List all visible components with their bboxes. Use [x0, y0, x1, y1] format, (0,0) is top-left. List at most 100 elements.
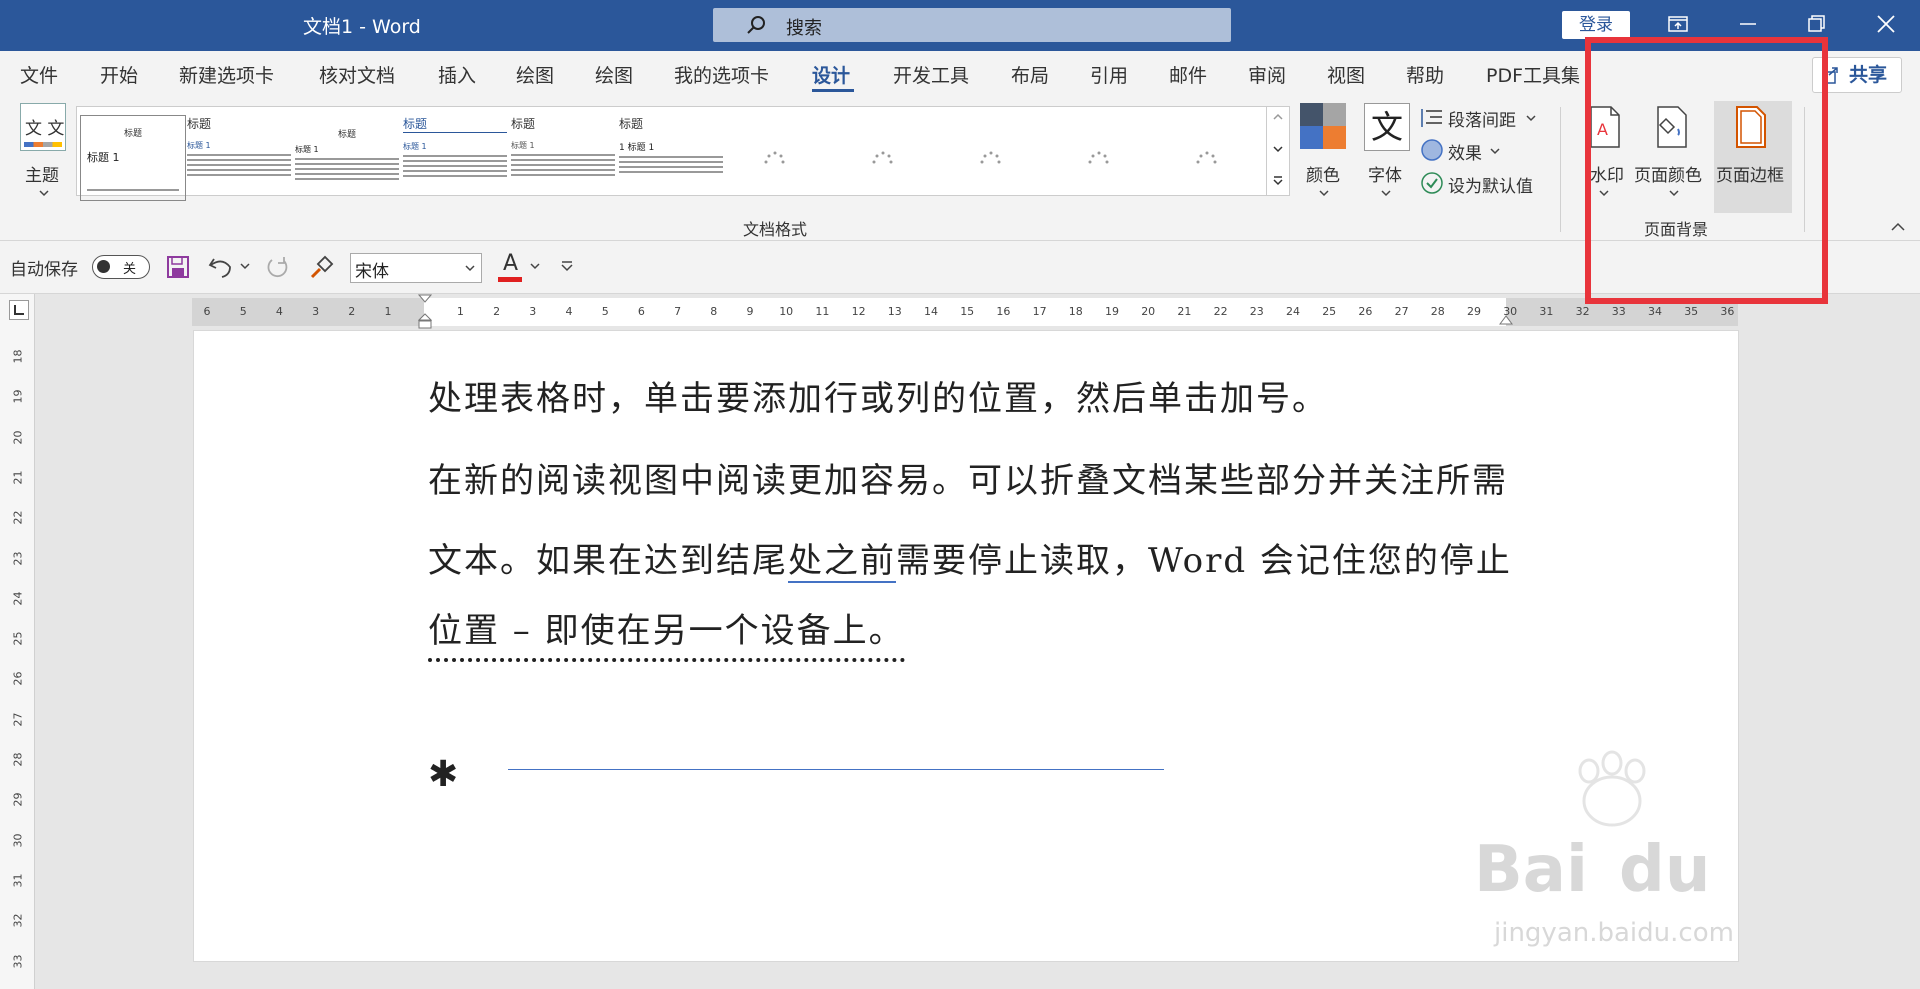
loading-icon [1196, 151, 1217, 164]
chevron-down-icon [1526, 115, 1536, 122]
gallery-more-icon[interactable] [1272, 175, 1284, 187]
chevron-down-icon [465, 265, 475, 272]
tab-layout[interactable]: 布局 [1011, 61, 1049, 88]
ruler-tick-label: 28 [1430, 305, 1445, 318]
ruler-tick-label: 29 [1467, 305, 1481, 318]
fonts-label: 字体 [1368, 166, 1402, 186]
ruler-tick-label: 24 [11, 591, 25, 606]
paragraph-spacing-button[interactable]: 段落间距 [1420, 105, 1550, 131]
gallery-scroll [1266, 106, 1290, 196]
effects-button[interactable]: 效果 [1420, 138, 1530, 164]
tab-mailings[interactable]: 邮件 [1169, 61, 1207, 88]
undo-dropdown-icon[interactable] [240, 263, 250, 271]
tab-my-tab[interactable]: 我的选项卡 [674, 61, 769, 88]
tab-view[interactable]: 视图 [1327, 61, 1365, 88]
search-box[interactable]: 搜索 [713, 8, 1231, 42]
style-set-item[interactable]: 标题 1 标题 1 [619, 115, 723, 199]
svg-text:Bai: Bai [1474, 833, 1588, 907]
undo-icon[interactable] [208, 255, 234, 279]
fonts-button[interactable]: 文 字体 [1362, 103, 1410, 203]
ruler-tick-label: 28 [11, 752, 25, 767]
ruler-tick-label: 32 [11, 913, 25, 928]
ruler-tick-label: 31 [1539, 305, 1554, 318]
style-set-item[interactable]: 标题 标题 1 [295, 115, 399, 199]
login-button[interactable]: 登录 [1562, 11, 1630, 39]
tab-pdf-tools[interactable]: PDF工具集 [1486, 61, 1580, 88]
ruler-tick-label: 17 [1032, 305, 1047, 318]
ruler-tick-label: 5 [239, 305, 247, 318]
chevron-down-icon[interactable] [1272, 145, 1284, 153]
tab-references[interactable]: 引用 [1090, 61, 1128, 88]
set-as-default-button[interactable]: 设为默认值 [1420, 171, 1550, 197]
ruler-tick-label: 22 [1213, 305, 1228, 318]
tab-file[interactable]: 文件 [20, 61, 58, 88]
ruler-tick-label: 10 [779, 305, 794, 318]
ruler-tick-label: 2 [348, 305, 356, 318]
ruler-tick-label: 12 [851, 305, 866, 318]
tab-review[interactable]: 审阅 [1248, 61, 1286, 88]
ruler-tick-label: 27 [1394, 305, 1409, 318]
tab-draw[interactable]: 绘图 [516, 61, 554, 88]
vertical-ruler: 18 19 20 21 22 23 24 25 26 27 28 29 30 31 32 33 [0, 294, 35, 989]
font-color-dropdown-icon[interactable] [530, 263, 540, 271]
style-set-item[interactable]: 标题 标题 1 [511, 115, 615, 199]
autosave-label: 自动保存 [10, 260, 78, 280]
bullet-symbol: ✱ [428, 754, 459, 795]
chevron-up-icon[interactable] [1272, 113, 1284, 121]
tab-draw-2[interactable]: 绘图 [595, 61, 633, 88]
ruler-tick-label: 33 [1611, 305, 1626, 318]
format-painter-icon[interactable] [308, 255, 334, 281]
ruler-tick-label: 20 [1141, 305, 1156, 318]
tab-selector[interactable] [9, 300, 29, 320]
colors-label: 颜色 [1306, 166, 1340, 186]
close-icon [1877, 15, 1895, 33]
ruler-tick-label: 1 [456, 305, 464, 318]
tab-home[interactable]: 开始 [100, 61, 138, 88]
search-placeholder: 搜索 [786, 18, 822, 39]
ruler-tick-label: 36 [1720, 305, 1735, 318]
font-name-select[interactable]: 宋体 [350, 253, 482, 283]
ruler-tick-label: 19 [11, 389, 25, 404]
indent-marker-icon[interactable] [418, 294, 432, 330]
redo-icon[interactable] [264, 255, 290, 281]
ruler-tick-label: 18 [11, 349, 25, 364]
themes-button[interactable]: 文 文 主题 [16, 103, 72, 205]
watermark-logo: Bai du jingyan.baidu.com [1474, 750, 1734, 948]
ruler-tick-label: 27 [11, 712, 25, 727]
ruler-tick-label: 11 [815, 305, 830, 318]
style-set-item[interactable]: 标题 标题 1 [80, 115, 186, 201]
ruler-tick-label: 35 [1684, 305, 1699, 318]
ruler-tick-label: 34 [1648, 305, 1662, 318]
horizontal-line [508, 769, 1164, 770]
ruler-tick-label: 22 [11, 510, 25, 525]
customize-toolbar-icon[interactable] [560, 259, 574, 273]
ruler-tick-label: 23 [1249, 305, 1264, 318]
close-button[interactable] [1856, 0, 1916, 51]
ruler-tick-label: 19 [1105, 305, 1119, 318]
save-icon[interactable] [166, 255, 190, 279]
ruler-tick-label: 3 [529, 305, 537, 318]
tab-new-tab[interactable]: 新建选项卡 [179, 61, 274, 88]
tab-help[interactable]: 帮助 [1406, 61, 1444, 88]
ruler-tick-label: 6 [637, 305, 645, 318]
tab-proofread[interactable]: 核对文档 [319, 61, 395, 88]
paragraph-line: 位置 – 即使在另一个设备上。 [428, 603, 905, 662]
colors-icon [1300, 103, 1346, 149]
colors-button[interactable]: 颜色 [1298, 103, 1350, 203]
loading-icon [872, 151, 893, 164]
document-page[interactable]: Bai du jingyan.baidu.com [193, 330, 1739, 962]
group-divider [1560, 107, 1561, 232]
tab-insert[interactable]: 插入 [438, 61, 476, 88]
autosave-toggle[interactable]: 关 [92, 255, 150, 279]
style-set-item[interactable]: 标题 标题 1 [187, 115, 291, 199]
font-color-button[interactable]: A [498, 251, 524, 283]
tab-developer[interactable]: 开发工具 [893, 61, 969, 88]
ruler-tick-label: 9 [746, 305, 754, 318]
themes-icon: 文 文 [20, 103, 66, 151]
style-set-item[interactable]: 标题 标题 1 [403, 115, 507, 199]
tab-design[interactable]: 设计 [812, 61, 850, 88]
collapse-ribbon-icon[interactable] [1890, 222, 1906, 232]
ruler-tick-label: 23 [11, 551, 25, 565]
ruler-tick-label: 25 [11, 631, 25, 646]
horizontal-ruler[interactable]: 6 5 4 3 2 1 1 2 3 4 5 6 7 8 9 10 11 12 13 14 15 16 17 18 19 20 21 2… [192, 294, 1738, 329]
